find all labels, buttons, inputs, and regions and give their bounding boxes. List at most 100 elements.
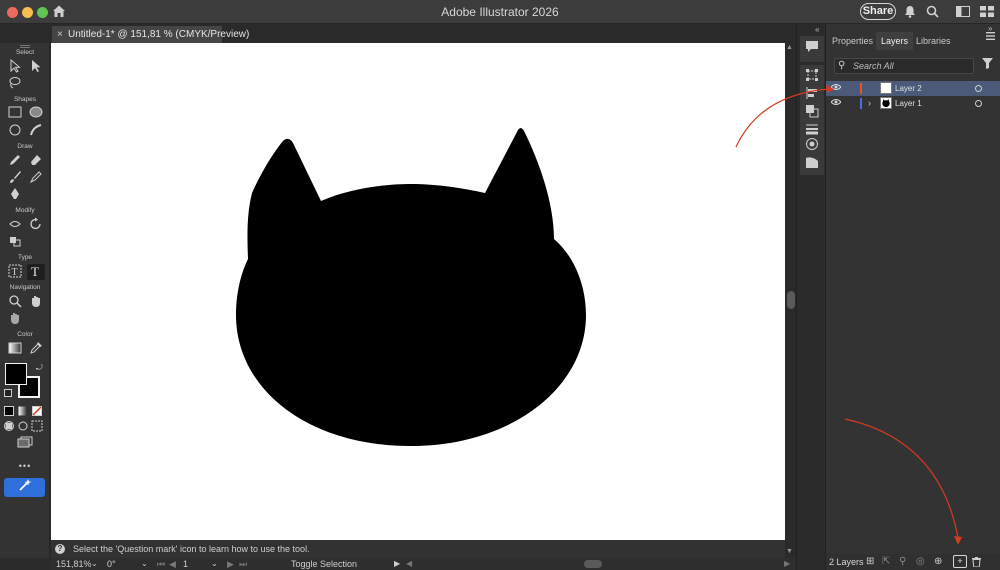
dock-collapse-icon[interactable]: « [815, 25, 819, 34]
zoom-tool-icon[interactable] [6, 294, 24, 310]
swap-fill-stroke-icon[interactable]: ⤾ [36, 363, 43, 373]
paintbrush-tool-icon[interactable] [6, 170, 24, 186]
previous-artboard-icon[interactable]: ◀ [169, 558, 176, 570]
tools-panel: Select Shapes Draw Modify Type T T Navig… [0, 43, 50, 558]
pencil-tool-icon[interactable] [6, 153, 24, 169]
eraser-tool-icon[interactable] [27, 153, 45, 169]
layer-name[interactable]: Layer 1 [895, 96, 922, 111]
tab-layers[interactable]: Layers [876, 32, 914, 50]
gradient-mode-icon[interactable] [16, 404, 30, 420]
direct-selection-tool-icon[interactable] [27, 59, 45, 75]
lasso-tool-icon[interactable] [6, 76, 24, 92]
pen-tool-icon[interactable] [6, 187, 24, 203]
none-mode-icon[interactable] [30, 404, 44, 420]
export-icon[interactable]: ⇱ [882, 554, 890, 570]
visibility-eye-icon[interactable] [830, 81, 842, 96]
layer-name[interactable]: Layer 2 [895, 81, 922, 96]
question-mark-icon[interactable]: ? [55, 544, 65, 554]
rectangle-tool-icon[interactable] [6, 106, 24, 122]
zoom-dropdown-icon[interactable]: ⌄ [91, 558, 98, 570]
ellipse-tool-icon[interactable] [27, 106, 45, 122]
width-tool-icon[interactable] [6, 217, 24, 233]
filter-icon[interactable] [982, 58, 993, 72]
trash-icon[interactable] [972, 554, 981, 570]
dock-group-comments [800, 36, 824, 62]
draw-behind-icon[interactable] [16, 420, 30, 436]
toggle-selection-label[interactable]: Toggle Selection [291, 558, 357, 570]
draw-inside-icon[interactable] [30, 420, 44, 436]
layer-count: 2 Layers [829, 557, 864, 567]
scroll-up-icon[interactable]: ▲ [786, 44, 793, 51]
vertical-scrollbar[interactable]: ▲ ▼ [785, 43, 796, 558]
layers-search-input[interactable]: ⚲ Search All [834, 58, 974, 74]
new-sublayer-icon[interactable]: ⊕ [934, 554, 942, 570]
gradient-tool-icon[interactable] [6, 341, 24, 357]
visibility-eye-icon[interactable] [830, 96, 842, 111]
locate-object-icon[interactable]: ⊞ [866, 554, 874, 570]
screen-mode-icon[interactable] [16, 436, 34, 452]
area-type-tool-icon[interactable]: T [6, 264, 24, 280]
search-layers-icon[interactable]: ⚲ [899, 554, 906, 570]
expand-chevron-icon[interactable]: › [868, 96, 871, 111]
artboard-number[interactable]: 1 [183, 558, 188, 570]
rotate-tool-icon[interactable] [27, 217, 45, 233]
section-label-navigation: Navigation [9, 284, 41, 291]
horizontal-scroll-thumb[interactable] [584, 560, 602, 568]
last-artboard-icon[interactable]: ⏭ [239, 558, 247, 570]
tab-libraries[interactable]: Libraries [916, 32, 951, 50]
hscroll-left-icon[interactable]: ◀ [406, 558, 412, 570]
toolbar-grip[interactable] [20, 45, 30, 48]
scroll-down-icon[interactable]: ▼ [786, 548, 793, 555]
color-mode-icon[interactable] [2, 404, 16, 420]
artboard[interactable] [51, 43, 785, 540]
artboard-dropdown-icon[interactable]: ⌄ [211, 558, 218, 570]
cat-head-shape[interactable] [236, 128, 586, 446]
panel-menu-icon[interactable] [986, 32, 995, 43]
zoom-level[interactable]: 151,81% [56, 558, 92, 570]
status-menu-icon[interactable]: ▶ [394, 558, 400, 570]
search-icon[interactable] [926, 5, 939, 18]
app-title: Adobe Illustrator 2026 [441, 5, 559, 19]
next-artboard-icon[interactable]: ▶ [227, 558, 234, 570]
edit-toolbar-icon[interactable]: ••• [0, 461, 50, 471]
first-artboard-icon[interactable]: ⏮ [157, 558, 165, 570]
rotation-dropdown-icon[interactable]: ⌄ [141, 558, 148, 570]
arrange-documents-icon[interactable] [980, 6, 994, 17]
target-icon[interactable] [975, 85, 982, 92]
target-icon[interactable] [975, 100, 982, 107]
cat-head-artwork[interactable] [51, 43, 785, 540]
generative-tools-button[interactable] [4, 478, 45, 497]
puppet-warp-icon[interactable] [6, 234, 24, 250]
bell-icon[interactable] [904, 5, 916, 18]
layer-row-layer-1[interactable]: › Layer 1 [826, 96, 1000, 111]
hscroll-right-icon[interactable]: ▶ [784, 558, 790, 570]
new-layer-button[interactable]: + [953, 555, 967, 568]
default-fill-stroke-icon[interactable] [4, 389, 12, 397]
workspace-icon[interactable] [956, 6, 970, 17]
tab-properties[interactable]: Properties [832, 32, 873, 50]
draw-normal-icon[interactable] [2, 420, 16, 436]
share-button[interactable]: Share [860, 3, 896, 20]
eyedropper-tool-icon[interactable] [27, 341, 45, 357]
document-tab[interactable]: × Untitled-1* @ 151,81 % (CMYK/Preview) [52, 26, 249, 43]
vertical-scroll-thumb[interactable] [787, 291, 795, 309]
close-tab-icon[interactable]: × [57, 26, 63, 43]
appearance-icon[interactable] [800, 137, 824, 155]
selection-tool-icon[interactable] [6, 58, 24, 75]
align-icon[interactable] [800, 86, 824, 104]
comments-icon[interactable] [800, 40, 824, 58]
pathfinder-icon[interactable] [800, 104, 824, 122]
graphic-styles-icon[interactable] [800, 155, 824, 173]
type-tool-icon[interactable]: T [27, 264, 45, 280]
rotation-value[interactable]: 0° [107, 558, 116, 570]
fill-stroke-swatches[interactable]: ⤾ [4, 362, 44, 398]
shape-builder-icon[interactable] [6, 123, 24, 139]
layer-row-layer-2[interactable]: Layer 2 [826, 81, 1000, 96]
shaper-tool-icon[interactable] [27, 123, 45, 139]
rotate-view-tool-icon[interactable] [6, 311, 24, 327]
clipping-mask-icon[interactable]: ◎ [916, 554, 925, 570]
blob-brush-tool-icon[interactable] [27, 170, 45, 186]
fill-swatch[interactable] [5, 363, 27, 385]
hand-tool-icon[interactable] [27, 294, 45, 310]
transform-icon[interactable] [800, 68, 824, 86]
